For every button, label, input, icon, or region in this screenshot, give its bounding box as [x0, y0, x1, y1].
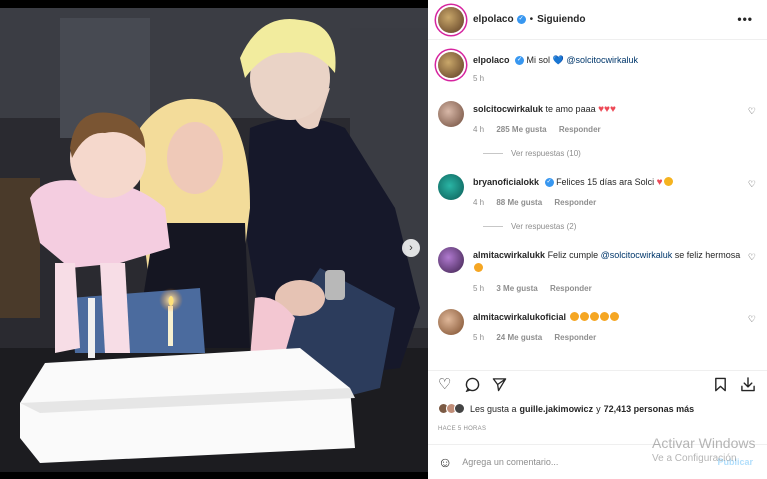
caption-text: elpolaco ✓ Mi sol 💙 @solcitocwirkaluk [473, 54, 743, 67]
verified-badge-icon: ✓ [544, 178, 554, 188]
comment-body-continued: se feliz hermosa [674, 250, 741, 260]
heart-eyes-emoji [579, 312, 589, 321]
send-icon[interactable] [492, 377, 507, 395]
reply-button[interactable]: Responder [559, 125, 601, 134]
like-comment-icon[interactable]: ♡ [748, 252, 756, 263]
view-replies-button[interactable]: Ver respuestas (2) [483, 222, 576, 231]
commenter-avatar[interactable] [438, 174, 464, 200]
commenter-avatar[interactable] [438, 247, 464, 273]
caption-body: Mi sol [526, 55, 551, 65]
like-comment-icon[interactable]: ♡ [748, 314, 756, 325]
comment-text: solcitocwirkaluk te amo paaa ♥♥♥ [473, 103, 743, 116]
download-icon[interactable] [740, 377, 756, 395]
heart-emoji: ♥♥♥ [598, 104, 616, 115]
commenter-avatar[interactable] [438, 309, 464, 335]
post-actions: ♡ [428, 370, 767, 398]
post-time[interactable]: HACE 5 HORAS [438, 426, 486, 432]
author-username[interactable]: elpolaco [473, 14, 514, 25]
post-header: elpolaco ✓ • Siguiendo ••• [428, 0, 767, 40]
comment-body: te amo paaa [545, 104, 596, 114]
more-options-icon[interactable]: ••• [737, 12, 753, 26]
comment-time[interactable]: 5 h [473, 284, 484, 293]
bookmark-icon[interactable] [714, 377, 727, 395]
comment-item: almitacwirkalukoficial ♡ 5 h 24 Me gusta… [438, 309, 758, 359]
comment-username[interactable]: solcitocwirkaluk [473, 104, 543, 114]
comment-meta: 5 h 24 Me gusta Responder [473, 333, 606, 342]
heart-eyes-emoji [569, 312, 579, 321]
comment-username[interactable]: bryanoficialokk [473, 177, 539, 187]
caption-avatar[interactable] [438, 52, 464, 78]
likes-count[interactable]: 72,413 personas más [604, 404, 695, 414]
view-replies-button[interactable]: Ver respuestas (10) [483, 149, 581, 158]
comment-text: bryanoficialokk ✓ Felices 15 días ara So… [473, 176, 743, 189]
heart-eyes-emoji [589, 312, 599, 321]
likes-middle: y [596, 403, 601, 414]
publish-button[interactable]: Publicar [717, 457, 753, 467]
photo-illustration [0, 8, 428, 472]
reply-button[interactable]: Responder [550, 284, 592, 293]
blue-heart-emoji: 💙 [552, 55, 564, 65]
post-side-panel: elpolaco ✓ • Siguiendo ••• elpolaco ✓ Mi… [428, 0, 767, 479]
comment-body: Felices 15 días ara Solci [556, 177, 655, 187]
like-comment-icon[interactable]: ♡ [748, 106, 756, 117]
reply-button[interactable]: Responder [554, 333, 596, 342]
comment-mention[interactable]: @solcitocwirkaluk [601, 250, 673, 260]
caption-username[interactable]: elpolaco [473, 55, 510, 65]
verified-badge-icon: ✓ [516, 15, 526, 24]
comment-icon[interactable] [465, 377, 480, 395]
heart-eyes-emoji [609, 312, 619, 321]
post-photo[interactable]: › [0, 8, 428, 472]
likes-prefix: Les gusta a [470, 403, 517, 414]
comment-username[interactable]: almitacwirkalukoficial [473, 312, 566, 322]
caption-time[interactable]: 5 h [473, 74, 484, 83]
separator-dot: • [529, 14, 534, 25]
likes-summary: Les gusta a guille.jakimowicz y 72,413 p… [438, 403, 694, 414]
author-avatar[interactable] [438, 6, 464, 33]
likes-user[interactable]: guille.jakimowicz [520, 404, 594, 414]
laughing-face-emoji [663, 177, 673, 186]
smiling-face-emoji [474, 263, 483, 272]
comment-item: solcitocwirkaluk te amo paaa ♥♥♥ ♡ 4 h 2… [438, 101, 758, 171]
comment-text: almitacwirkalukk Feliz cumple @solcitocw… [473, 249, 743, 275]
comments-list: elpolaco ✓ Mi sol 💙 @solcitocwirkaluk 5 … [428, 41, 767, 359]
caption-mention[interactable]: @solcitocwirkaluk [566, 55, 638, 65]
comment-time[interactable]: 5 h [473, 333, 484, 342]
chevron-right-icon: › [409, 242, 413, 254]
liker-avatar[interactable] [454, 403, 465, 414]
next-photo-button[interactable]: › [402, 239, 420, 257]
comment-likes[interactable]: 24 Me gusta [496, 333, 542, 342]
comment-username[interactable]: almitacwirkalukk [473, 250, 545, 260]
comment-meta: 5 h 3 Me gusta Responder [473, 284, 602, 293]
comment-meta: 4 h 88 Me gusta Responder [473, 198, 606, 207]
reply-button[interactable]: Responder [554, 198, 596, 207]
verified-badge-icon: ✓ [515, 56, 525, 66]
add-comment-bar: ☺ Publicar [428, 444, 767, 479]
following-button[interactable]: Siguiendo [537, 14, 585, 25]
caption: elpolaco ✓ Mi sol 💙 @solcitocwirkaluk 5 … [438, 52, 758, 92]
commenter-avatar[interactable] [438, 101, 464, 127]
caption-meta: 5 h [473, 74, 494, 83]
heart-eyes-emoji [599, 312, 609, 321]
comment-body: Feliz cumple [547, 250, 599, 260]
emoji-icon[interactable]: ☺ [438, 454, 452, 470]
comment-text: almitacwirkalukoficial [473, 311, 743, 324]
comment-meta: 4 h 285 Me gusta Responder [473, 125, 611, 134]
comment-item: almitacwirkalukk Feliz cumple @solcitocw… [438, 247, 758, 302]
comment-item: bryanoficialokk ✓ Felices 15 días ara So… [438, 174, 758, 244]
instagram-post-view: › elpolaco ✓ • Siguiendo ••• elpolaco ✓ … [0, 0, 767, 479]
comment-time[interactable]: 4 h [473, 125, 484, 134]
comment-time[interactable]: 4 h [473, 198, 484, 207]
heart-emoji: ♥ [656, 177, 663, 188]
comment-likes[interactable]: 88 Me gusta [496, 198, 542, 207]
comment-input[interactable] [462, 457, 653, 467]
heart-icon[interactable]: ♡ [438, 377, 451, 392]
comment-likes[interactable]: 3 Me gusta [496, 284, 537, 293]
comment-likes[interactable]: 285 Me gusta [496, 125, 546, 134]
like-comment-icon[interactable]: ♡ [748, 179, 756, 190]
